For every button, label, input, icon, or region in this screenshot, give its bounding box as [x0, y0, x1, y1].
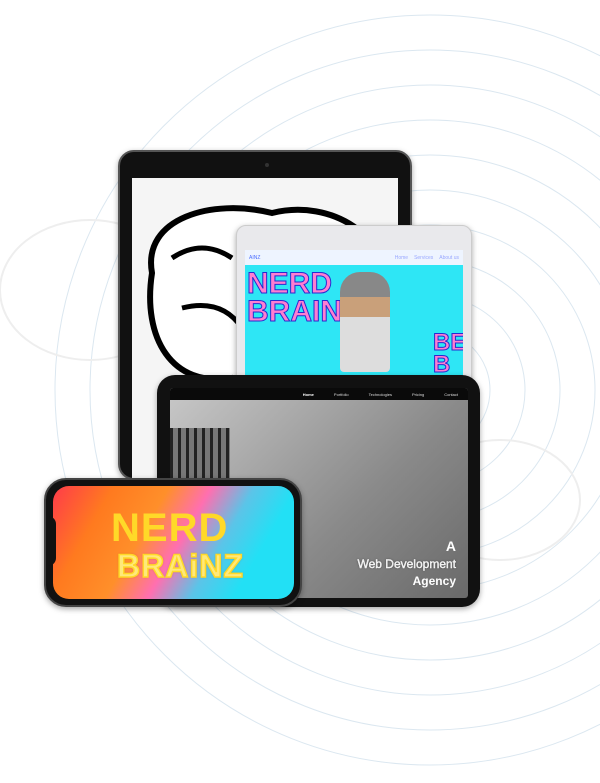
- tablet-device: AINZ Home Services About us NERD BRAINZ …: [236, 225, 472, 385]
- child-photo: [340, 272, 390, 372]
- hero-line2: Web Development: [357, 557, 456, 571]
- nav-home[interactable]: Home: [303, 392, 314, 397]
- phone-notch: [46, 516, 56, 566]
- iphone-landscape: NERD BRAiNZ: [44, 478, 302, 607]
- tablet-brand[interactable]: AINZ: [249, 255, 260, 261]
- tablet-nav-services[interactable]: Services: [414, 255, 433, 261]
- hero-text: A Web Development Agency: [357, 538, 456, 588]
- nav-pricing[interactable]: Pricing: [412, 392, 424, 397]
- phone-screen: NERD BRAiNZ: [53, 486, 294, 599]
- tablet-nav-home[interactable]: Home: [395, 255, 408, 261]
- tablet-screen: AINZ Home Services About us NERD BRAINZ …: [245, 250, 463, 384]
- phone-title-line1: NERD: [111, 506, 229, 550]
- nav-contact[interactable]: Contact: [444, 392, 458, 397]
- hero-line3: Agency: [412, 574, 456, 588]
- tablet-hero-line1: NERD: [246, 267, 333, 300]
- landscape-navbar: Home Portfolio Technologies Pricing Cont…: [170, 388, 468, 400]
- hero-line1: A: [445, 538, 456, 554]
- phone-title-line2: BRAiNZ: [116, 548, 244, 584]
- nav-portfolio[interactable]: Portfolio: [334, 392, 349, 397]
- tablet-nav-about[interactable]: About us: [439, 255, 459, 261]
- nav-technologies[interactable]: Technologies: [369, 392, 392, 397]
- tablet-navbar: AINZ Home Services About us: [245, 250, 463, 265]
- camera-icon: [265, 163, 269, 167]
